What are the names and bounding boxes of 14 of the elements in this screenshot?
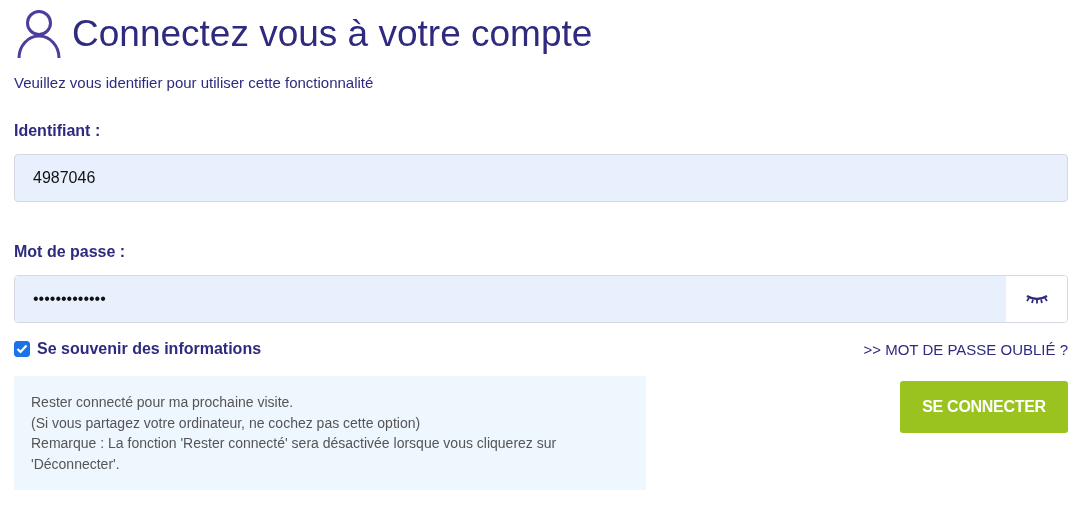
- subtitle: Veuillez vous identifier pour utiliser cette fonctionnalité: [14, 74, 375, 91]
- user-icon: [16, 9, 62, 59]
- info-text: Rester connecté pour ma prochaine visite.: [31, 393, 295, 412]
- password-field[interactable]: •••••••••••••: [14, 275, 1068, 323]
- password-label: Mot de passe :: [14, 242, 127, 262]
- remember-checkbox[interactable]: [14, 341, 30, 357]
- forgot-password-link[interactable]: >> MOT DE PASSE OUBLIÉ ?: [863, 340, 1068, 358]
- info-text: (Si vous partagez votre ordinateur, ne cochez pas cette option): [31, 413, 422, 433]
- username-label: Identifiant :: [14, 121, 102, 141]
- info-text: Remarque : La fonction 'Rester connecté' sera désactivée lorsque vous cliquerez sur 'Déconnecter'.: [31, 434, 558, 474]
- username-field[interactable]: 4987046: [14, 154, 1068, 202]
- page-title: Connectez vous à votre compte: [72, 12, 593, 56]
- closed-eye-icon: [1024, 294, 1049, 304]
- remember-label: Se souvenir des informations: [37, 340, 262, 358]
